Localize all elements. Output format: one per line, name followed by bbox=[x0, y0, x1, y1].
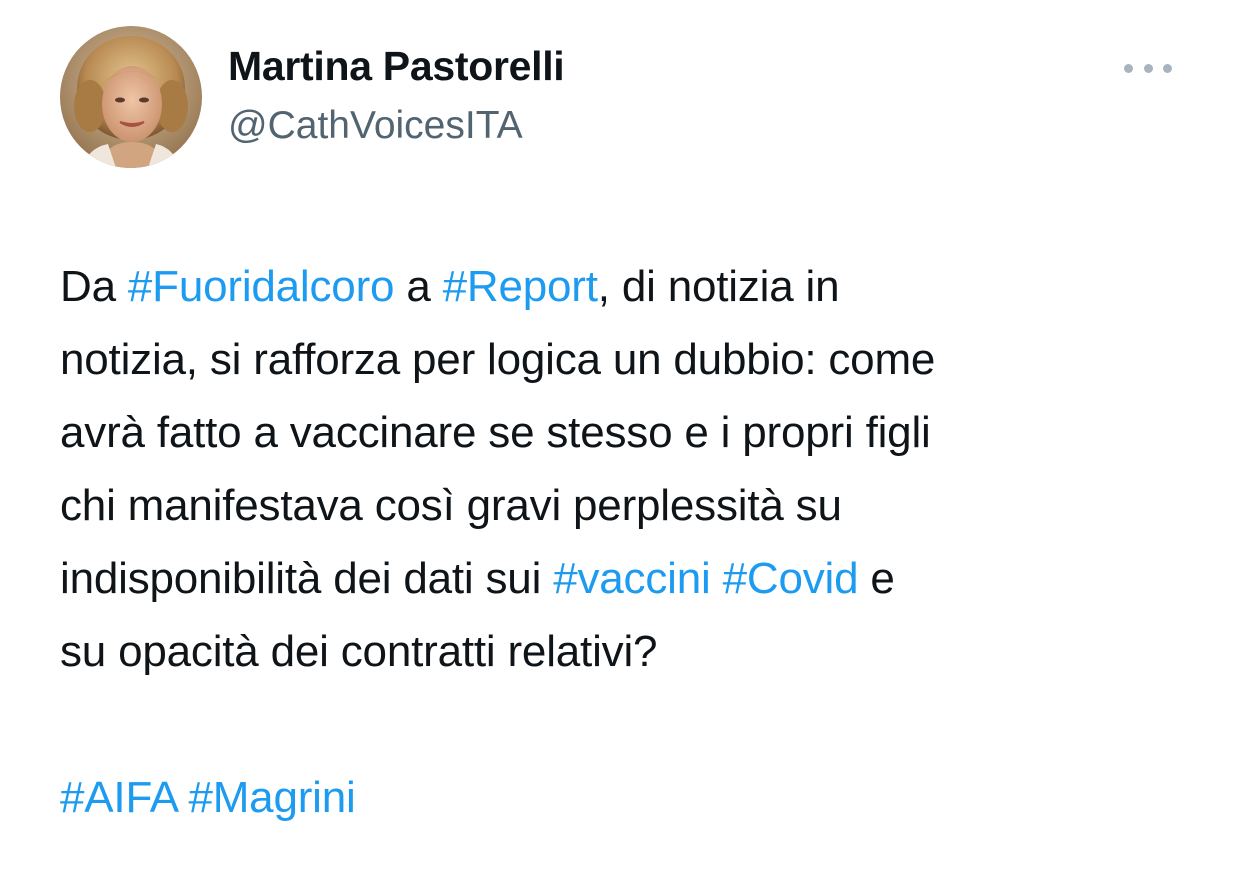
tweet-line: avrà fatto a vaccinare se stesso e i pro… bbox=[60, 408, 931, 457]
more-horizontal-icon-dot bbox=[1163, 63, 1172, 73]
text-segment: Da bbox=[60, 262, 128, 311]
tweet-line: su opacità dei contratti relativi? bbox=[60, 627, 658, 676]
more-horizontal-icon bbox=[1124, 63, 1133, 73]
author-names: Martina Pastorelli @CathVoicesITA bbox=[228, 40, 565, 152]
hashtags-line: #AIFA #Magrini bbox=[60, 761, 1200, 834]
avatar[interactable] bbox=[60, 26, 202, 168]
text-segment bbox=[176, 773, 188, 822]
tweet-card: Martina Pastorelli @CathVoicesITA Da #Fu… bbox=[0, 0, 1242, 871]
tweet-line: chi manifestava così gravi perplessità s… bbox=[60, 481, 842, 530]
tweet-header: Martina Pastorelli @CathVoicesITA bbox=[60, 26, 1190, 168]
hashtag-link[interactable]: #AIFA bbox=[60, 773, 177, 822]
text-segment: , di notizia in bbox=[597, 262, 840, 311]
text-segment bbox=[711, 554, 723, 603]
tweet-line: notizia, si rafforza per logica un dubbi… bbox=[60, 335, 936, 384]
text-segment: e bbox=[858, 554, 895, 603]
hashtag-link[interactable]: #Report bbox=[443, 262, 598, 311]
hashtag-link[interactable]: #Covid bbox=[723, 554, 859, 603]
hashtag-link[interactable]: #Magrini bbox=[188, 773, 355, 822]
user-handle[interactable]: @CathVoicesITA bbox=[228, 100, 564, 152]
text-segment: a bbox=[394, 262, 443, 311]
display-name[interactable]: Martina Pastorelli bbox=[228, 40, 565, 92]
more-options-button[interactable] bbox=[1124, 56, 1172, 80]
tweet-line: indisponibilità dei dati sui #vaccini #C… bbox=[60, 542, 1200, 615]
tweet-line: Da #Fuoridalcoro a #Report, di notizia i… bbox=[60, 250, 1200, 323]
hashtag-link[interactable]: #vaccini bbox=[553, 554, 711, 603]
tweet-text: Da #Fuoridalcoro a #Report, di notizia i… bbox=[60, 250, 1200, 834]
text-segment: indisponibilità dei dati sui bbox=[60, 554, 554, 603]
more-horizontal-icon-dot bbox=[1143, 63, 1153, 73]
hashtag-link[interactable]: #Fuoridalcoro bbox=[128, 262, 395, 311]
avatar-image bbox=[60, 26, 202, 168]
